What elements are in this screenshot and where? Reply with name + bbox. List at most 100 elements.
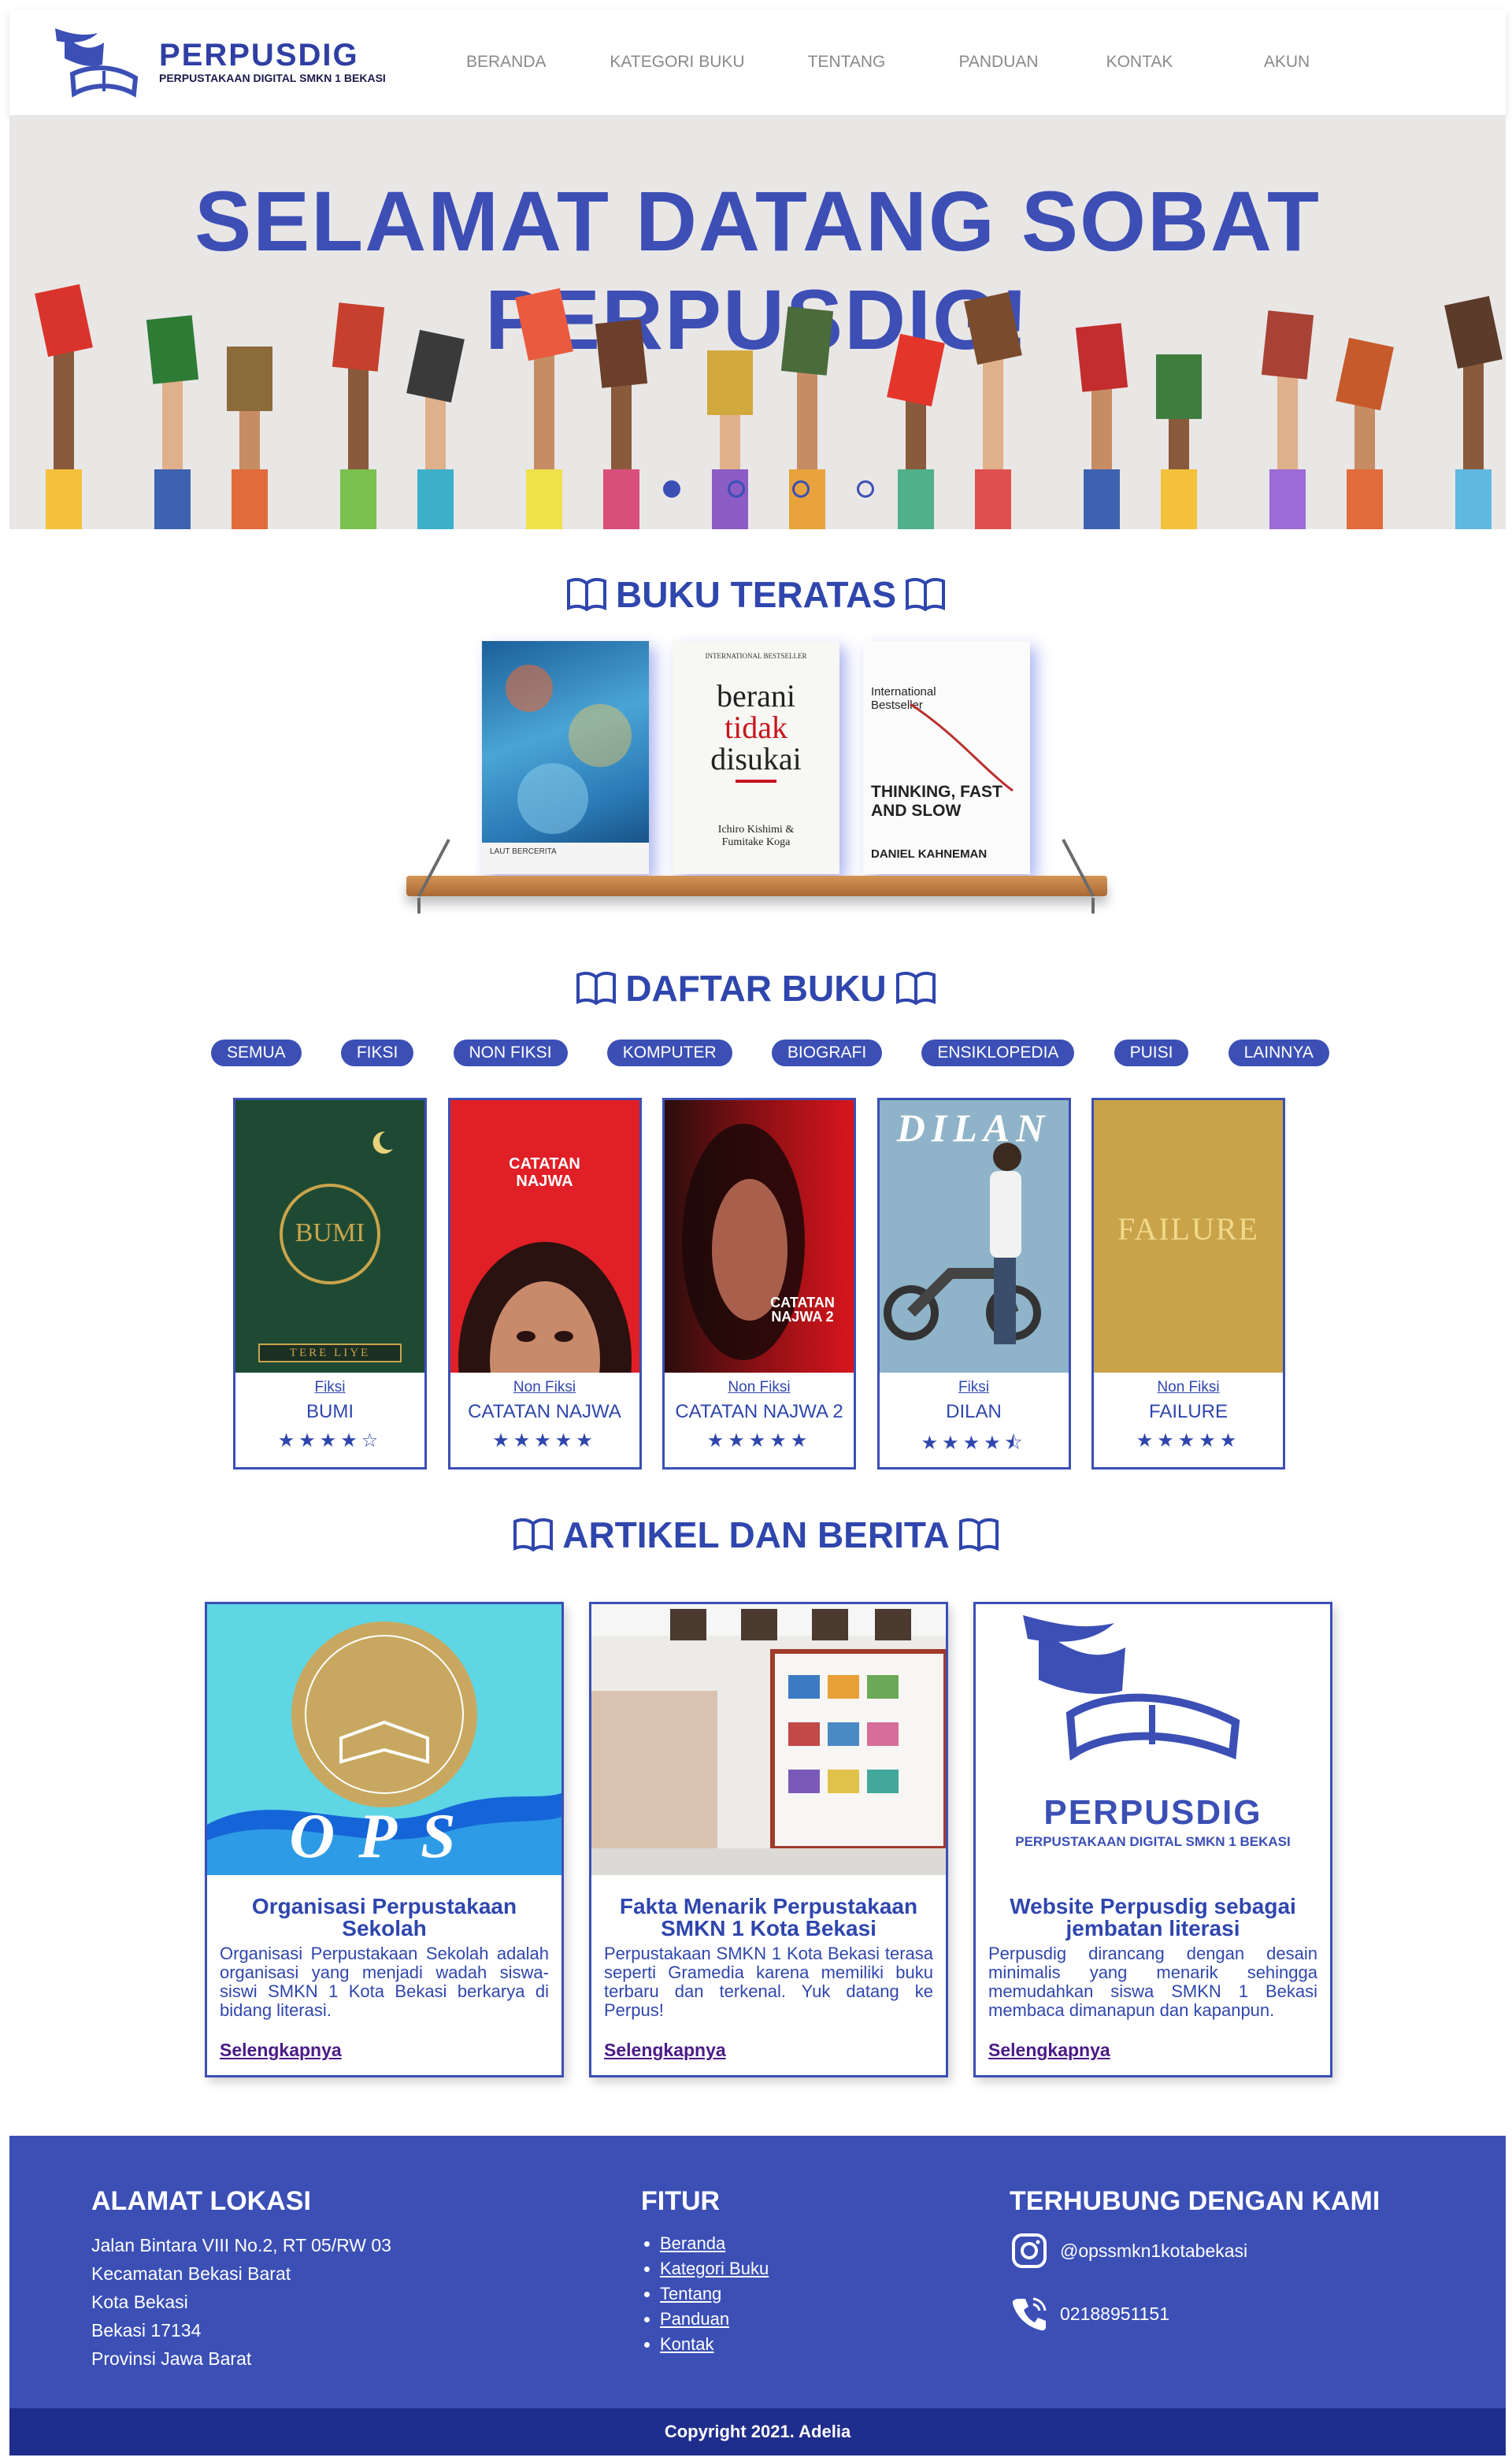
phone-contact[interactable]: 02188951151 — [1010, 2294, 1380, 2333]
article-grid: OPS Organisasi Perpustakaan Sekolah Orga… — [205, 1602, 1332, 2077]
book-category-link[interactable]: Fiksi — [235, 1379, 424, 1396]
footer-contact-title: TERHUBUNG DENGAN KAMI — [1010, 2186, 1380, 2216]
article-excerpt: Organisasi Perpustakaan Sekolah adalah o… — [220, 1944, 549, 2020]
article-image-sublabel: PERPUSTAKAAN DIGITAL SMKN 1 BEKASI — [1015, 1834, 1291, 1849]
top-books-shelf: LAUT BERCERITA INTERNATIONAL BESTSELLER … — [402, 630, 1110, 921]
page: PERPUSDIG PERPUSTAKAAN DIGITAL SMKN 1 BE… — [0, 0, 1512, 2461]
book-rating: ★★★★⯪ — [921, 1432, 1027, 1454]
nav-tentang[interactable]: TENTANG — [805, 53, 888, 72]
book-card[interactable]: CATATAN NAJWA 2 Non Fiksi CATATAN NAJWA … — [662, 1098, 856, 1470]
book-cover-author: TERE LIYE — [289, 1347, 371, 1359]
category-komputer[interactable]: KOMPUTER — [606, 1040, 732, 1066]
footer-address-title: ALAMAT LOKASI — [91, 2186, 311, 2216]
nav-kontak[interactable]: KONTAK — [1104, 53, 1175, 72]
book-card[interactable]: DILAN Fiksi DILAN ★★★★⯪ — [876, 1098, 1071, 1470]
book-rating: ★★★★★ — [492, 1430, 597, 1451]
open-book-icon — [895, 971, 936, 1006]
article-excerpt: Perpusdig dirancang dengan desain minima… — [988, 1944, 1317, 2020]
copyright-bar: Copyright 2021. Adelia — [9, 2408, 1506, 2455]
article-excerpt: Perpustakaan SMKN 1 Kota Bekasi terasa s… — [604, 1944, 933, 2020]
site-footer: ALAMAT LOKASI Jalan Bintara VIII No.2, R… — [9, 2136, 1506, 2408]
book-list-heading: DAFTAR BUKU — [0, 967, 1512, 1010]
shelf-brackets — [417, 839, 1095, 914]
phone-icon — [1012, 2297, 1047, 2331]
category-puisi[interactable]: PUISI — [1114, 1040, 1189, 1066]
article-title: Fakta Menarik Perpustakaan SMKN 1 Kota B… — [619, 1894, 918, 1940]
read-more-link[interactable]: Selengkapnya — [220, 2040, 342, 2061]
book-cover[interactable]: FAILURE — [1094, 1100, 1283, 1373]
nav-beranda[interactable]: BERANDA — [466, 53, 547, 72]
address-line: Jalan Bintara VIII No.2, RT 05/RW 03 — [91, 2235, 391, 2255]
articles-heading: ARTIKEL DAN BERITA — [0, 1514, 1512, 1556]
article-title: Website Perpusdig sebagai jembatan liter… — [1010, 1894, 1296, 1940]
slider-dot-1[interactable] — [663, 480, 680, 498]
book-rating: ★★★★☆ — [277, 1430, 383, 1451]
articles-title: ARTIKEL DAN BERITA — [562, 1514, 950, 1555]
book-title: CATATAN NAJWA — [468, 1401, 621, 1422]
read-more-link[interactable]: Selengkapnya — [604, 2040, 726, 2061]
nav-akun[interactable]: AKUN — [1262, 53, 1312, 72]
article-title: Organisasi Perpustakaan Sekolah — [251, 1894, 517, 1940]
book-list-title: DAFTAR BUKU — [625, 968, 887, 1009]
footer-link-panduan[interactable]: Panduan — [660, 2309, 729, 2329]
instagram-handle: @opssmkn1kotabekasi — [1060, 2240, 1248, 2261]
book-card[interactable]: BUMI TERE LIYE Fiksi BUMI ★★★★☆ — [233, 1098, 427, 1470]
category-non-fiksi[interactable]: NON FIKSI — [453, 1040, 568, 1066]
site-header: PERPUSDIG PERPUSTAKAAN DIGITAL SMKN 1 BE… — [9, 9, 1506, 115]
slider-dot-3[interactable] — [792, 480, 810, 498]
footer-link-beranda[interactable]: Beranda — [660, 2233, 725, 2253]
footer-link-tentang[interactable]: Tentang — [660, 2284, 721, 2303]
footer-link-kategori-buku[interactable]: Kategori Buku — [660, 2259, 769, 2278]
category-biografi[interactable]: BIOGRAFI — [771, 1040, 883, 1066]
slider-dot-2[interactable] — [728, 480, 745, 498]
article-card: OPS Organisasi Perpustakaan Sekolah Orga… — [205, 1602, 564, 2077]
address-line: Provinsi Jawa Barat — [91, 2348, 252, 2369]
book-rating: ★★★★★ — [706, 1430, 812, 1451]
book-category-link[interactable]: Non Fiksi — [665, 1379, 854, 1396]
footer-contact: TERHUBUNG DENGAN KAMI @opssmkn1kotabekas… — [1010, 2186, 1380, 2357]
footer-features-title: FITUR — [641, 2186, 721, 2216]
book-cover-title: CATATAN NAJWA 2 — [770, 1295, 835, 1325]
article-image-label: OPS — [289, 1802, 480, 1871]
instagram-icon — [1012, 2233, 1047, 2268]
category-fiksi[interactable]: FIKSI — [340, 1040, 414, 1066]
category-lainnya[interactable]: LAINNYA — [1228, 1040, 1329, 1066]
top-books-title: BUKU TERATAS — [615, 574, 897, 615]
article-image-label: PERPUSDIG — [1043, 1793, 1262, 1832]
open-book-icon — [576, 971, 617, 1006]
category-filter: SEMUA FIKSI NON FIKSI KOMPUTER BIOGRAFI … — [211, 1040, 1329, 1066]
logo-subtitle: PERPUSTAKAAN DIGITAL SMKN 1 BEKASI — [159, 72, 386, 84]
address-line: Kota Bekasi — [91, 2292, 188, 2312]
nav-kategori-buku[interactable]: KATEGORI BUKU — [608, 53, 747, 72]
article-image-library[interactable] — [591, 1604, 946, 1875]
book-cover[interactable]: BUMI TERE LIYE — [235, 1100, 424, 1373]
address-line: Bekasi 17134 — [91, 2320, 202, 2341]
book-card[interactable]: CATATAN NAJWA Non Fiksi CATATAN NAJWA ★★… — [447, 1098, 642, 1470]
book-category-link[interactable]: Non Fiksi — [450, 1379, 639, 1396]
book-card[interactable]: FAILURE Non Fiksi FAILURE ★★★★★ — [1091, 1098, 1285, 1470]
instagram-contact[interactable]: @opssmkn1kotabekasi — [1010, 2231, 1380, 2270]
book-grid: BUMI TERE LIYE Fiksi BUMI ★★★★☆ CATATAN … — [233, 1098, 1285, 1470]
book-title: FAILURE — [1148, 1401, 1228, 1422]
open-book-icon — [906, 577, 946, 612]
category-semua[interactable]: SEMUA — [211, 1040, 302, 1066]
book-cover[interactable]: CATATAN NAJWA 2 — [665, 1100, 854, 1373]
article-card: Fakta Menarik Perpustakaan SMKN 1 Kota B… — [589, 1602, 948, 2077]
book-cover[interactable]: DILAN — [879, 1100, 1069, 1373]
open-book-logo-icon — [55, 28, 139, 98]
book-category-link[interactable]: Fiksi — [880, 1379, 1069, 1396]
book-category-link[interactable]: Non Fiksi — [1094, 1379, 1283, 1396]
article-image-perpusdig-logo[interactable]: PERPUSDIG PERPUSTAKAAN DIGITAL SMKN 1 BE… — [976, 1604, 1330, 1875]
book-title: DILAN — [946, 1401, 1002, 1422]
book-cover[interactable]: CATATAN NAJWA — [450, 1100, 639, 1373]
slider-dot-4[interactable] — [857, 480, 874, 498]
read-more-link[interactable]: Selengkapnya — [988, 2040, 1110, 2061]
hero-banner: SELAMAT DATANG SOBAT PERPUSDIG! — [9, 115, 1506, 529]
category-ensiklopedia[interactable]: ENSIKLOPEDIA — [921, 1040, 1075, 1066]
main-nav: BERANDA KATEGORI BUKU TENTANG PANDUAN KO… — [419, 9, 1312, 115]
footer-link-kontak[interactable]: Kontak — [660, 2334, 714, 2354]
site-logo[interactable]: PERPUSDIG PERPUSTAKAAN DIGITAL SMKN 1 BE… — [49, 19, 395, 106]
nav-panduan[interactable]: PANDUAN — [958, 53, 1040, 72]
slider-dots — [663, 480, 874, 498]
article-image-ops[interactable]: OPS — [207, 1604, 561, 1875]
